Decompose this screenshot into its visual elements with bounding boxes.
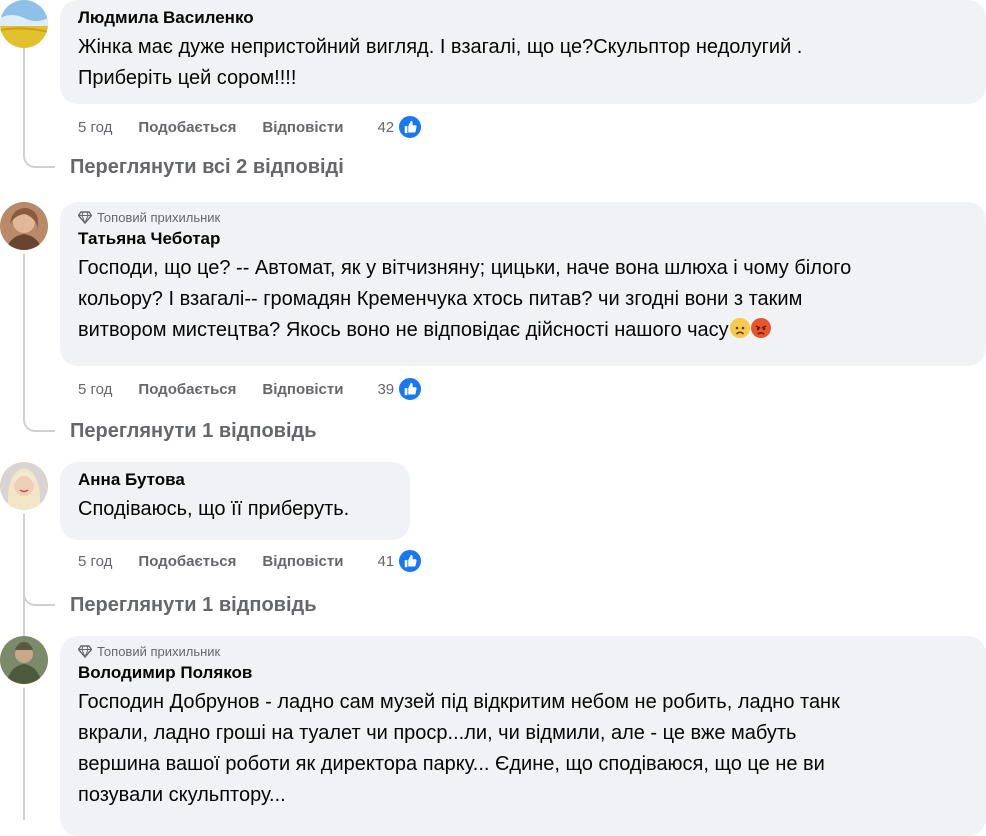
sad-face-icon	[729, 318, 750, 338]
thread-line	[23, 688, 25, 820]
comment-text: Господи, що це? -- Автомат, як у вітчизн…	[78, 253, 968, 346]
angry-face-icon	[750, 318, 771, 338]
view-replies-link[interactable]: Переглянути 1 відповідь	[70, 420, 317, 443]
like-count[interactable]: 41	[377, 553, 394, 570]
comment-author[interactable]: Татьяна Чеботар	[78, 229, 968, 249]
thumbs-up-icon[interactable]	[397, 548, 424, 574]
reply-button[interactable]: Відповісти	[262, 119, 343, 136]
like-button[interactable]: Подобається	[138, 381, 236, 398]
like-count[interactable]: 42	[377, 119, 394, 136]
like-count[interactable]: 39	[377, 381, 394, 398]
avatar[interactable]	[0, 462, 48, 510]
comment-bubble: Топовий прихильник Володимир Поляков Гос…	[60, 636, 986, 836]
comment-time[interactable]: 5 год	[78, 553, 112, 570]
thumbs-up-icon[interactable]	[397, 114, 424, 140]
thumbs-up-icon[interactable]	[397, 376, 424, 402]
thread-line	[23, 514, 25, 646]
user-photo-icon	[0, 636, 48, 684]
top-fan-badge: Топовий прихильник	[78, 644, 968, 659]
thread-line	[23, 48, 25, 156]
comment-author[interactable]: Людмила Василенко	[78, 8, 968, 28]
comment-bubble: Топовий прихильник Татьяна Чеботар Госпо…	[60, 202, 986, 366]
comment-text: Жінка має дуже непристойний вигляд. І вз…	[78, 36, 803, 89]
comment-bubble: Анна Бутова Сподіваюсь, що її приберуть.	[60, 462, 410, 540]
comment-actions: 5 год Подобається Відповісти 39	[78, 376, 424, 402]
comment-text: Сподіваюсь, що її приберуть.	[78, 498, 350, 520]
comment-time[interactable]: 5 год	[78, 119, 112, 136]
thread-line	[23, 254, 25, 420]
user-photo-icon	[0, 202, 48, 250]
diamond-icon	[78, 645, 92, 658]
view-replies-link[interactable]: Переглянути 1 відповідь	[70, 594, 317, 617]
like-button[interactable]: Подобається	[138, 553, 236, 570]
avatar[interactable]	[0, 202, 48, 250]
avatar[interactable]	[0, 636, 48, 684]
avatar[interactable]	[0, 0, 48, 48]
thread-curve	[23, 420, 55, 432]
badge-label: Топовий прихильник	[97, 210, 221, 225]
badge-label: Топовий прихильник	[97, 644, 221, 659]
comment-time[interactable]: 5 год	[78, 381, 112, 398]
comment-bubble: Людмила Василенко Жінка має дуже неприст…	[60, 0, 986, 104]
diamond-icon	[78, 211, 92, 224]
comment-text: Господин Добрунов - ладно сам музей під …	[78, 691, 840, 806]
comment-author[interactable]: Анна Бутова	[78, 470, 392, 490]
comment-actions: 5 год Подобається Відповісти 41	[78, 548, 424, 574]
thread-curve	[23, 156, 55, 168]
like-button[interactable]: Подобається	[138, 119, 236, 136]
thread-curve	[23, 594, 55, 606]
flag-avatar-icon	[0, 0, 48, 48]
view-replies-link[interactable]: Переглянути всі 2 відповіді	[70, 156, 344, 179]
comment-author[interactable]: Володимир Поляков	[78, 663, 968, 683]
reply-button[interactable]: Відповісти	[262, 553, 343, 570]
comment-actions: 5 год Подобається Відповісти 42	[78, 114, 424, 140]
top-fan-badge: Топовий прихильник	[78, 210, 968, 225]
reply-button[interactable]: Відповісти	[262, 381, 343, 398]
user-photo-icon	[0, 462, 48, 510]
